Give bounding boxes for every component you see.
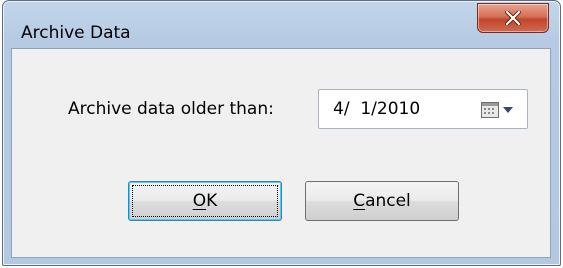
ok-mnemonic: O bbox=[192, 191, 207, 211]
cancel-label-rest: ancel bbox=[365, 191, 411, 211]
cancel-button[interactable]: Cancel bbox=[305, 181, 459, 221]
title-bar[interactable]: Archive Data bbox=[3, 1, 560, 47]
archive-date-picker[interactable]: 4/ 1/2010 bbox=[318, 89, 528, 129]
calendar-icon bbox=[481, 102, 499, 118]
cancel-button-label: Cancel bbox=[353, 191, 411, 211]
window-title: Archive Data bbox=[21, 23, 131, 43]
cancel-mnemonic: C bbox=[353, 191, 366, 211]
archive-data-dialog: Archive Data Archive data older than: 4/… bbox=[2, 0, 561, 266]
ok-button[interactable]: OK bbox=[128, 181, 282, 221]
close-x-icon bbox=[505, 11, 521, 25]
close-button[interactable] bbox=[477, 3, 549, 33]
archive-older-than-label: Archive data older than: bbox=[68, 99, 274, 119]
date-value[interactable]: 4/ 1/2010 bbox=[333, 99, 420, 119]
dialog-body: Archive data older than: 4/ 1/2010 OK Ca… bbox=[11, 48, 551, 258]
calendar-dropdown-button[interactable] bbox=[479, 101, 519, 119]
chevron-down-icon bbox=[503, 107, 513, 113]
ok-button-label: OK bbox=[193, 191, 218, 211]
ok-label-rest: K bbox=[206, 191, 218, 211]
